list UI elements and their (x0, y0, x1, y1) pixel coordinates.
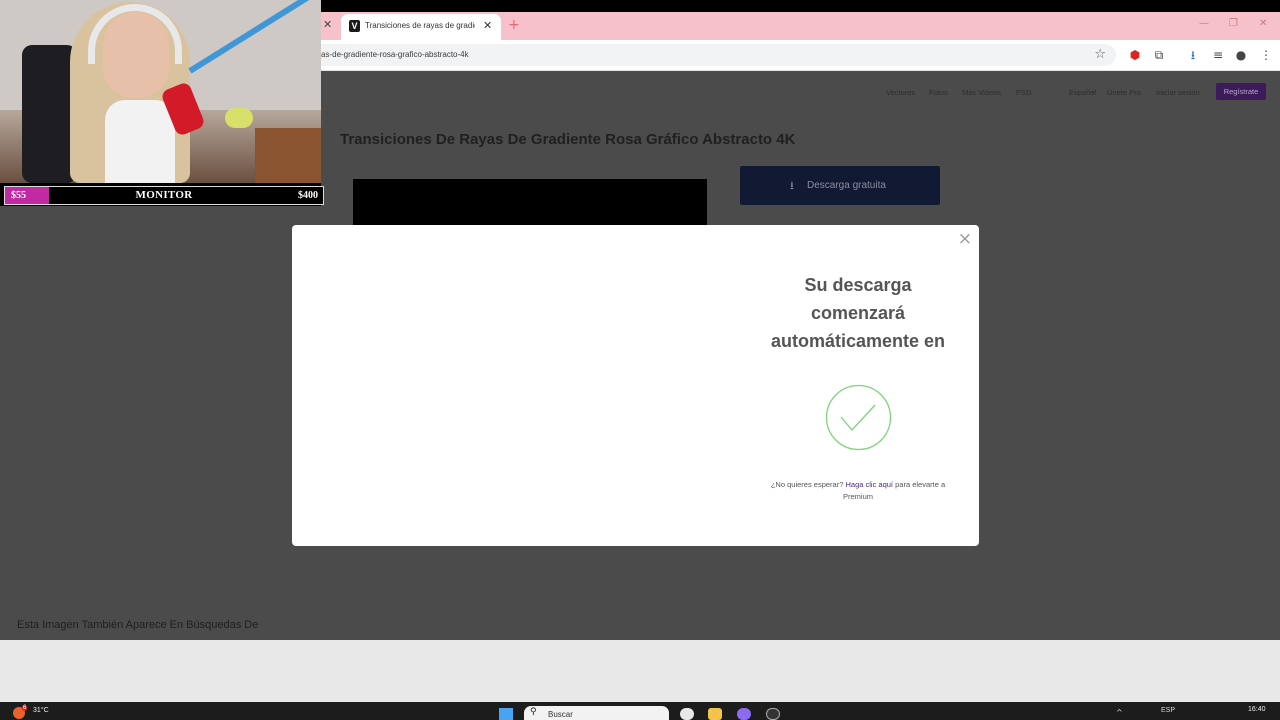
new-tab-button[interactable]: + (508, 17, 520, 33)
site-top-nav: Vectores Fotos Más Videos PSD Español ⌄ … (321, 71, 1280, 113)
related-searches-heading: Esta Imagen También Aparece En Búsquedas… (17, 619, 259, 631)
download-icon: ⭳ (790, 179, 794, 192)
free-download-button[interactable]: ⭳ Descarga gratuita (740, 166, 940, 205)
window-close-icon[interactable]: ✕ (1259, 18, 1267, 29)
browser-tab-active[interactable]: V Transiciones de rayas de gradie ✕ (341, 14, 501, 40)
restore-icon[interactable]: ❐ (1229, 18, 1238, 29)
extension-adblock-icon[interactable]: ⬢ (1127, 47, 1143, 63)
donation-goal-target: $400 (298, 190, 318, 201)
nav-vectores[interactable]: Vectores (886, 88, 915, 97)
tray-overflow-icon[interactable]: ^ (1116, 708, 1123, 717)
obs-icon[interactable] (766, 708, 780, 720)
checkmark-circle-icon (825, 384, 892, 451)
windows-start-icon[interactable] (499, 708, 513, 720)
tab-title: Transiciones de rayas de gradie (365, 21, 475, 30)
nav-iniciar-sesion[interactable]: Iniciar sesión (1156, 88, 1200, 97)
download-button-label: Descarga gratuita (807, 180, 886, 191)
file-explorer-icon[interactable] (708, 708, 722, 720)
nav-psd[interactable]: PSD (1016, 88, 1031, 97)
premium-link[interactable]: Haga clic aquí (845, 480, 893, 489)
page-footer-area (0, 640, 1280, 702)
webcam-chair (22, 45, 77, 183)
donation-goal-current: $55 (11, 190, 26, 201)
weather-badge: 6 (22, 705, 28, 711)
discord-icon[interactable] (737, 708, 751, 720)
close-tab-icon[interactable]: ✕ (323, 18, 337, 34)
address-url: as-de-gradiente-rosa-grafico-abstracto-4… (321, 50, 469, 59)
search-icon: ⚲ (530, 707, 537, 717)
nav-fotos[interactable]: Fotos (929, 88, 948, 97)
nav-mas-videos[interactable]: Más Videos (962, 88, 1001, 97)
page-title: Transiciones De Rayas De Gradiente Rosa … (340, 131, 796, 148)
tray-language[interactable]: ESP (1161, 707, 1175, 714)
reading-list-icon[interactable]: ≡ (1210, 47, 1226, 63)
modal-heading: Su descarga comenzará automáticamente en (770, 275, 946, 351)
webcam-streamer-top (105, 100, 175, 183)
tray-clock[interactable]: 16:40 (1248, 706, 1266, 713)
site-favicon-icon: V (349, 20, 360, 32)
premium-prompt-prefix: ¿No quieres esperar? (770, 480, 844, 489)
premium-prompt: ¿No quieres esperar? Haga clic aquí para… (766, 479, 950, 503)
tab-close-icon[interactable]: ✕ (483, 19, 492, 32)
bookmark-star-icon[interactable]: ☆ (1094, 47, 1106, 62)
search-placeholder: Buscar (548, 710, 573, 719)
profile-avatar-icon[interactable]: ● (1233, 47, 1249, 63)
address-bar[interactable]: as-de-gradiente-rosa-grafico-abstracto-4… (321, 44, 1116, 66)
taskbar-search[interactable]: ⚲ Buscar (524, 706, 669, 720)
browser-toolbar: as-de-gradiente-rosa-grafico-abstracto-4… (321, 40, 1280, 71)
webcam-drawer (255, 128, 321, 183)
minimize-icon[interactable]: — (1199, 18, 1209, 29)
page-left-background (0, 206, 321, 640)
chrome-icon[interactable] (680, 708, 694, 720)
extensions-puzzle-icon[interactable]: ⧉ (1151, 47, 1167, 63)
download-modal: × Su descarga comenzará automáticamente … (292, 225, 979, 546)
register-button[interactable]: Regístrate (1216, 83, 1266, 100)
modal-close-icon[interactable]: × (958, 229, 972, 249)
screen: ✕ V Transiciones de rayas de gradie ✕ + … (0, 0, 1280, 720)
nav-unete-pro[interactable]: Únete Pro (1107, 88, 1141, 97)
donation-goal-label: MONITOR (135, 189, 193, 201)
browser-menu-icon[interactable]: ⋮ (1258, 47, 1274, 63)
donation-goal-bar: MONITOR $55 $400 (4, 186, 324, 205)
chevron-down-icon: ⌄ (1090, 86, 1097, 95)
weather-temperature[interactable]: 31°C (33, 707, 49, 714)
windows-taskbar: 6 31°C ⚲ Buscar ^ ESP 16:40 (0, 702, 1280, 720)
webcam-lamp (225, 108, 253, 128)
video-preview[interactable] (353, 179, 707, 226)
downloads-icon[interactable]: ⭳ (1185, 47, 1201, 63)
webcam-feed (0, 0, 321, 183)
